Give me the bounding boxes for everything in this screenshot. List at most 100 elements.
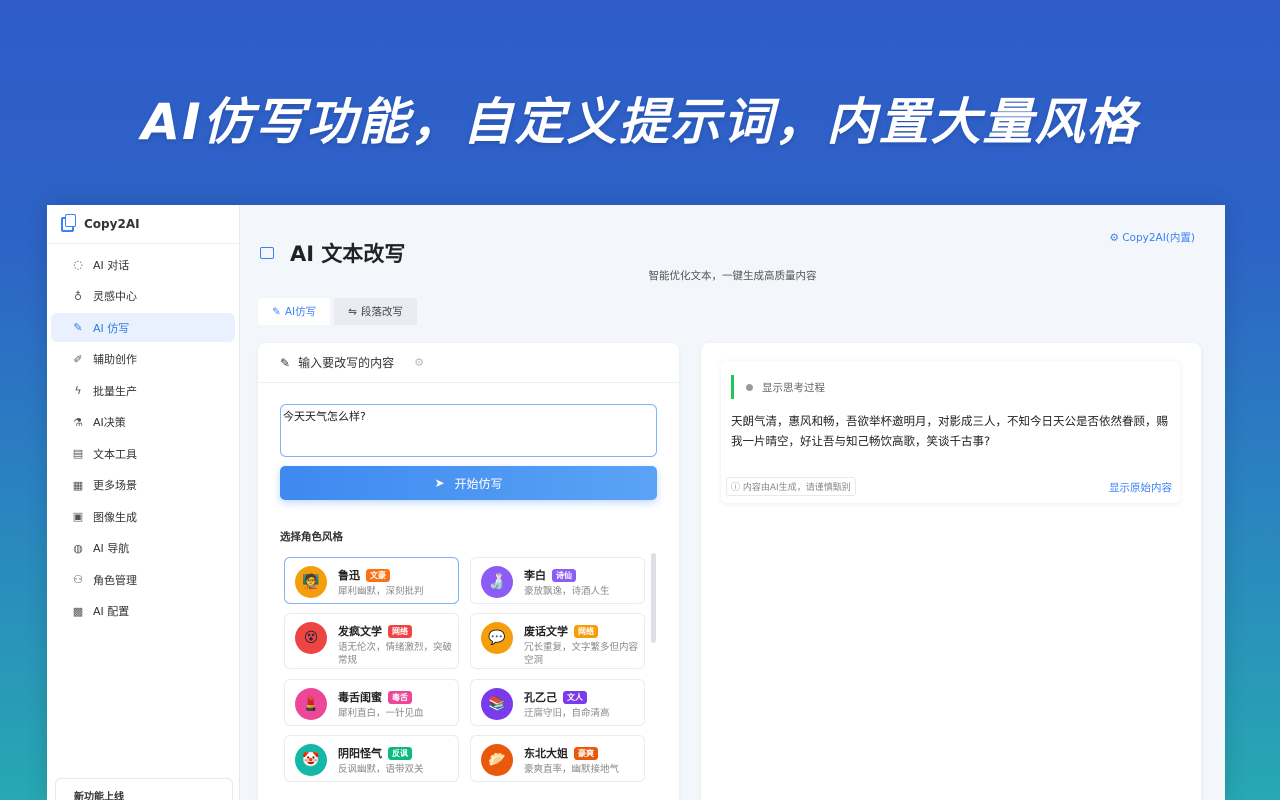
- role-card[interactable]: 📚 孔乙己 文人 迂腐守旧，自命清高: [470, 679, 645, 726]
- role-avatar: 💄: [295, 688, 327, 720]
- role-name-row: 发疯文学 网络: [338, 623, 412, 639]
- sidebar-item-label: AI 导航: [93, 542, 130, 555]
- ai-disclaimer: ⓘ 内容由AI生成，请谨慎甄别: [726, 477, 856, 496]
- sidebar-item-label: AI 配置: [93, 605, 130, 618]
- sidebar-item[interactable]: ▤ 文本工具: [51, 439, 235, 468]
- role-avatar: 💬: [481, 622, 513, 654]
- globe-icon: ◍: [73, 541, 83, 555]
- sidebar-item-label: 文本工具: [93, 447, 137, 461]
- role-name-row: 东北大姐 豪爽: [524, 745, 598, 761]
- role-name: 东北大姐: [524, 747, 568, 760]
- page-subtitle: 智能优化文本，一键生成高质量内容: [648, 270, 817, 282]
- brand: Copy2AI: [47, 205, 239, 244]
- tab-paragraph-rewrite[interactable]: ⇋ 段落改写: [334, 298, 417, 325]
- role-name: 阴阳怪气: [338, 747, 382, 760]
- show-thinking-toggle[interactable]: 显示思考过程: [731, 375, 825, 399]
- sidebar-item-label: 灵感中心: [93, 290, 137, 303]
- role-name-row: 废话文学 网络: [524, 623, 598, 639]
- role-avatar: 🧑‍🏫: [295, 566, 327, 598]
- role-card[interactable]: 🧑‍🏫 鲁迅 文豪犀利幽默，深刻批判: [284, 557, 459, 604]
- role-tag-badge: 网络: [388, 625, 412, 638]
- sidebar-item[interactable]: ♁ 灵感中心: [51, 282, 235, 311]
- role-description: 犀利幽默，深刻批判: [338, 586, 424, 597]
- sidebar-item[interactable]: ▩ AI 配置: [51, 597, 235, 626]
- grid-icon: ▦: [72, 478, 84, 492]
- sidebar-item-label: 辅助创作: [93, 353, 137, 366]
- sidebar-item[interactable]: ▦ 更多场景: [51, 471, 235, 500]
- bolt-icon: ϟ: [74, 384, 82, 397]
- start-rewrite-label: 开始仿写: [454, 476, 503, 491]
- role-avatar: 🥟: [481, 744, 513, 776]
- role-name-row: 鲁迅 文豪: [338, 567, 390, 583]
- model-selector-link[interactable]: ⚙ Copy2AI(内置): [1109, 230, 1195, 245]
- start-rewrite-button[interactable]: ➤ 开始仿写: [280, 466, 657, 500]
- role-avatar: 🍶: [481, 566, 513, 598]
- role-tag-badge: 反讽: [388, 747, 412, 760]
- app-window: Copy2AI ◌ AI 对话 ♁ 灵感中心 ✎ AI 仿写 ✐ 辅助创作 ϟ 批量生产 ⚗ AI决策…: [47, 205, 1225, 800]
- sidebar-item[interactable]: ✐ 辅助创作: [51, 345, 235, 374]
- role-name: 李白: [524, 569, 546, 582]
- chat-icon: ◌: [73, 258, 83, 271]
- sidebar-nav: ◌ AI 对话 ♁ 灵感中心 ✎ AI 仿写 ✐ 辅助创作 ϟ 批量生产 ⚗ AI决策 ▤ 文本工具 ▦ 更多…: [47, 244, 239, 626]
- sidebar-item[interactable]: ◌ AI 对话: [51, 250, 235, 279]
- brush-icon: ✐: [73, 352, 83, 366]
- main-content: ⚙ Copy2AI(内置) AI 文本改写 智能优化文本，一键生成高质量内容 ✎…: [240, 205, 1225, 800]
- role-name: 毒舌闺蜜: [338, 691, 382, 704]
- sidebar-item[interactable]: ◍ AI 导航: [51, 534, 235, 563]
- role-name-row: 毒舌闺蜜 毒舌: [338, 689, 412, 705]
- sidebar: Copy2AI ◌ AI 对话 ♁ 灵感中心 ✎ AI 仿写 ✐ 辅助创作 ϟ 批量生产 ⚗ AI决策…: [47, 205, 240, 800]
- sidebar-item[interactable]: ⚇ 角色管理: [51, 565, 235, 594]
- role-description: 冗长重复，文字繁多但内容空洞: [524, 642, 639, 666]
- result-card: 显示思考过程 天朗气清，惠风和畅，吾欲举杯邀明月，对影成三人，不知今日天公是否依…: [721, 361, 1180, 503]
- role-name-row: 孔乙己 文人: [524, 689, 587, 705]
- role-card[interactable]: 💄 毒舌闺蜜 毒舌犀利直白，一针见血: [284, 679, 459, 726]
- sidebar-item[interactable]: ϟ 批量生产: [51, 376, 235, 405]
- show-thinking-label: 显示思考过程: [762, 381, 825, 394]
- edit-icon: ✎: [280, 355, 291, 370]
- role-tag-badge: 豪爽: [574, 747, 598, 760]
- role-card[interactable]: 🍶 李白 诗仙 豪放飘逸，诗酒人生: [470, 557, 645, 604]
- image-icon: ▣: [72, 510, 84, 523]
- page-title: AI 文本改写: [260, 238, 405, 268]
- new-feature-notice[interactable]: 新功能上线: [55, 778, 233, 800]
- sidebar-item-label: 批量生产: [93, 384, 137, 398]
- role-card[interactable]: 💬 废话文学 网络冗长重复，文字繁多但内容空洞: [470, 613, 645, 669]
- show-original-button[interactable]: 显示原始内容: [1109, 480, 1172, 495]
- sidebar-item-label: AI决策: [93, 416, 126, 429]
- input-panel-title: 输入要改写的内容: [298, 356, 395, 370]
- sidebar-item[interactable]: ⚗ AI决策: [51, 408, 235, 437]
- role-name: 孔乙己: [524, 691, 557, 704]
- role-avatar: 🤡: [295, 744, 327, 776]
- role-card[interactable]: 😵 发疯文学 网络 语无伦次，情绪激烈，突破常规: [284, 613, 459, 669]
- flask-icon: ⚗: [73, 415, 83, 429]
- users-icon: ⚇: [73, 573, 83, 586]
- role-card[interactable]: 🤡 阴阳怪气 反讽反讽幽默，语带双关: [284, 735, 459, 782]
- input-panel: ✎ 输入要改写的内容 ⚙ 今天天气怎么样? ➤ 开始仿写 选择角色风格 🧑‍🏫 鲁…: [258, 343, 679, 800]
- role-description: 反讽幽默，语带双关: [338, 764, 424, 775]
- role-name: 废话文学: [524, 625, 568, 638]
- robot-icon: [260, 247, 274, 259]
- role-card[interactable]: 🥟 东北大姐 豪爽 豪爽直率，幽默接地气: [470, 735, 645, 782]
- sidebar-item-label: 角色管理: [93, 573, 137, 587]
- role-list-scrollbar[interactable]: [651, 553, 656, 643]
- swap-icon: ⇋: [348, 305, 357, 318]
- sidebar-item[interactable]: ▣ 图像生成: [51, 502, 235, 531]
- settings-icon[interactable]: ⚙: [414, 356, 424, 369]
- role-style-label: 选择角色风格: [280, 531, 343, 543]
- role-tag-badge: 文人: [563, 691, 587, 704]
- rewrite-input[interactable]: 今天天气怎么样?: [280, 404, 657, 457]
- new-feature-label: 新功能上线: [74, 792, 124, 800]
- tab-label: 段落改写: [360, 306, 403, 318]
- sidebar-item[interactable]: ✎ AI 仿写: [51, 313, 235, 342]
- tab-ai-rewrite[interactable]: ✎ AI仿写: [258, 298, 331, 325]
- role-tag-badge: 文豪: [366, 569, 390, 582]
- role-avatar: 😵: [295, 622, 327, 654]
- sidebar-item-label: 更多场景: [93, 479, 137, 492]
- tab-bar: ✎ AI仿写 ⇋ 段落改写: [258, 298, 421, 325]
- app-name: Copy2AI: [84, 217, 140, 231]
- model-label: Copy2AI(内置): [1122, 232, 1195, 244]
- role-tag-badge: 网络: [574, 625, 598, 638]
- send-icon: ➤: [434, 476, 445, 490]
- role-description: 犀利直白，一针见血: [338, 708, 424, 719]
- input-panel-header: ✎ 输入要改写的内容 ⚙: [258, 343, 679, 383]
